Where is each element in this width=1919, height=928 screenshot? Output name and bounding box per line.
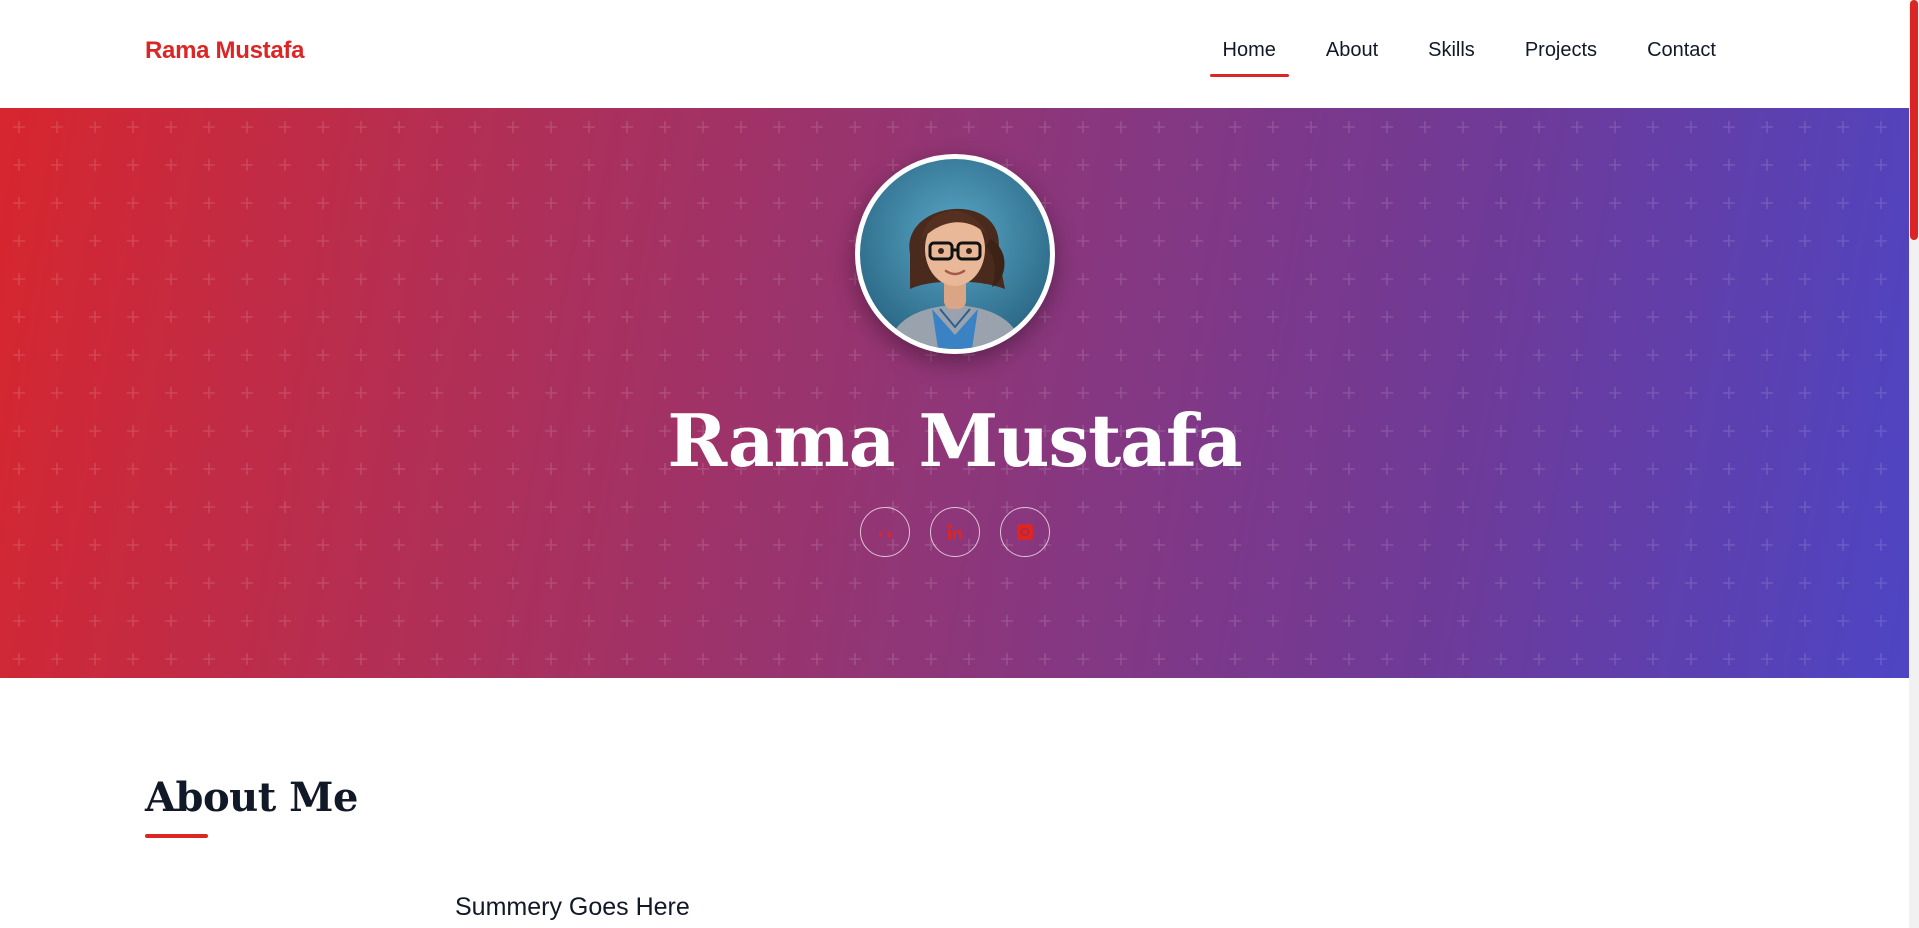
page-scrollbar[interactable] bbox=[1909, 0, 1919, 928]
navbar: Rama Mustafa Home About Skills Projects … bbox=[0, 0, 1909, 108]
nav-links: Home About Skills Projects Contact bbox=[1198, 37, 1741, 77]
hero-name: Rama Mustafa bbox=[667, 398, 1242, 483]
hero-section: Rama Mustafa bbox=[0, 108, 1909, 678]
about-summary: Summery Goes Here bbox=[455, 893, 690, 921]
github-link[interactable] bbox=[860, 507, 910, 557]
github-icon bbox=[878, 530, 892, 537]
nav-link-contact[interactable]: Contact bbox=[1622, 37, 1741, 77]
linkedin-icon bbox=[947, 524, 962, 539]
social-links bbox=[860, 507, 1050, 557]
linkedin-link[interactable] bbox=[930, 507, 980, 557]
about-title: About Me bbox=[145, 774, 358, 821]
instagram-link[interactable] bbox=[1000, 507, 1050, 557]
brand-logo[interactable]: Rama Mustafa bbox=[145, 37, 304, 65]
nav-link-skills[interactable]: Skills bbox=[1403, 37, 1500, 77]
instagram-icon bbox=[1017, 524, 1033, 540]
about-title-underline bbox=[145, 834, 208, 838]
avatar bbox=[855, 154, 1055, 354]
nav-link-about[interactable]: About bbox=[1301, 37, 1403, 77]
nav-link-projects[interactable]: Projects bbox=[1500, 37, 1622, 77]
scrollbar-thumb[interactable] bbox=[1910, 0, 1918, 240]
nav-link-home[interactable]: Home bbox=[1198, 37, 1301, 77]
avatar-illustration bbox=[888, 208, 1022, 349]
